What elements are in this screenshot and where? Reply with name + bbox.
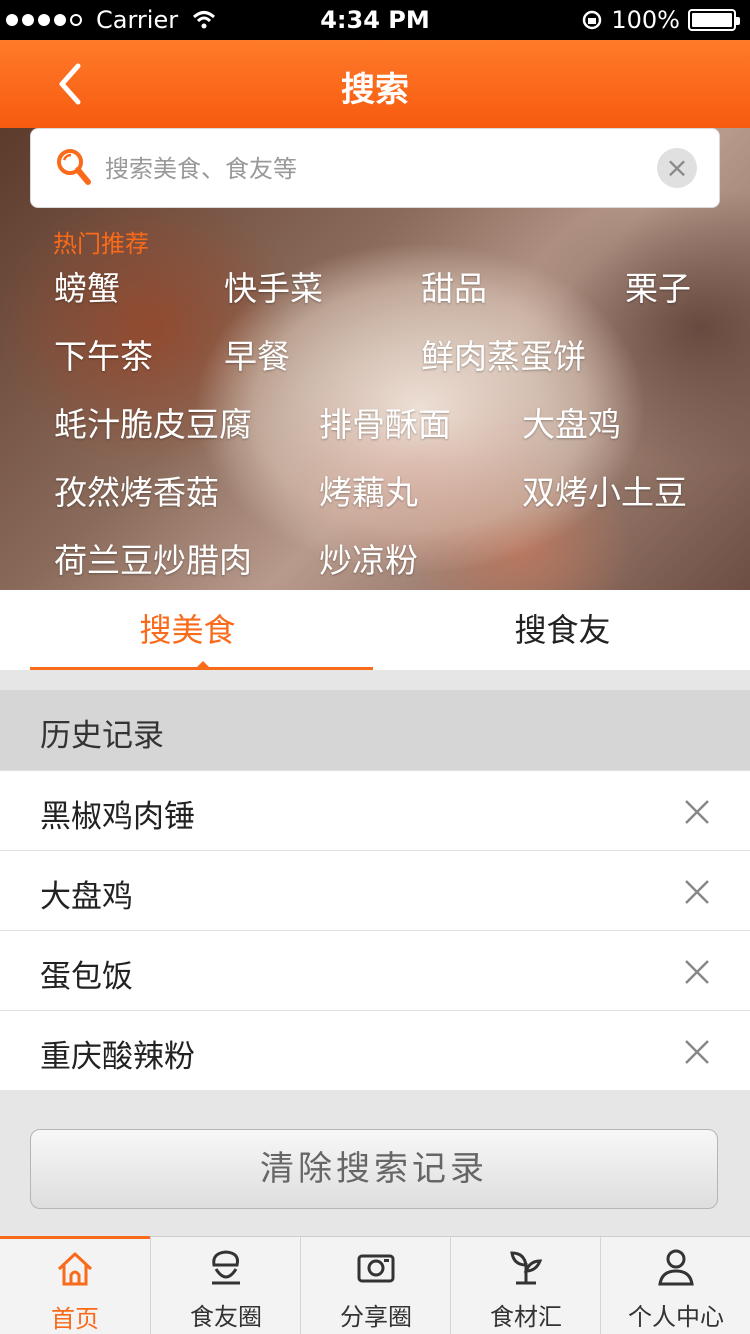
hot-word[interactable]: 排骨酥面 [319,398,451,446]
tab-label: 个人中心 [628,1303,724,1331]
history-list: 黑椒鸡肉锤 大盘鸡 蛋包饭 重庆酸辣粉 [0,770,750,1090]
hot-word[interactable]: 下午茶 [54,330,153,378]
bottom-tab-bar: 首页 食友圈 分享圈 食材汇 个人中心 [0,1236,750,1334]
history-item-label: 大盘鸡 [40,879,133,915]
search-type-tabs: 搜美食 搜食友 [0,590,750,670]
history-item[interactable]: 重庆酸辣粉 [0,1010,750,1090]
status-bar: Carrier 4:34 PM 100% [0,0,750,40]
tab-share-circle[interactable]: 分享圈 [300,1237,450,1334]
hot-word[interactable]: 蚝汁脆皮豆腐 [54,398,252,446]
battery-percent: 100% [611,6,680,34]
clear-history-button[interactable]: 清除搜索记录 [30,1129,718,1209]
history-item[interactable]: 黑椒鸡肉锤 [0,770,750,850]
history-item[interactable]: 蛋包饭 [0,930,750,1010]
hot-search-panel: × 热门推荐 螃蟹 快手菜 甜品 栗子 下午茶 早餐 鲜肉蒸蛋饼 蚝汁脆皮豆腐 … [0,128,750,590]
tab-profile[interactable]: 个人中心 [600,1237,750,1334]
tab-search-friends[interactable]: 搜食友 [375,590,750,670]
camera-icon [357,1254,395,1283]
chef-icon [212,1250,240,1285]
delete-icon[interactable] [684,959,710,985]
hot-word[interactable]: 螃蟹 [54,262,120,310]
hot-word[interactable]: 鲜肉蒸蛋饼 [421,330,586,378]
user-icon [658,1249,694,1286]
delete-icon[interactable] [684,879,710,905]
hot-word[interactable]: 早餐 [224,330,290,378]
battery-icon [688,9,740,31]
hot-word[interactable]: 荷兰豆炒腊肉 [54,534,252,582]
tab-ingredients[interactable]: 食材汇 [450,1237,600,1334]
clear-search-icon[interactable]: × [657,148,697,188]
active-tab-caret [196,661,210,668]
tab-label: 食友圈 [190,1303,262,1331]
hot-recommend-label: 热门推荐 [53,230,149,258]
tab-friends-circle[interactable]: 食友圈 [150,1237,300,1334]
hot-word[interactable]: 炒凉粉 [319,534,418,582]
history-item-label: 重庆酸辣粉 [40,1039,195,1075]
tab-label: 首页 [51,1305,99,1333]
delete-icon[interactable] [684,799,710,825]
hot-word[interactable]: 双烤小土豆 [522,466,687,514]
history-item-label: 蛋包饭 [40,959,133,995]
search-input[interactable] [105,147,645,191]
history-item-label: 黑椒鸡肉锤 [40,799,195,835]
hot-word[interactable]: 栗子 [625,262,691,310]
tab-label: 食材汇 [490,1303,562,1331]
search-bar[interactable]: × [30,128,720,208]
rotation-lock-icon [583,10,602,30]
tab-home[interactable]: 首页 [0,1236,150,1334]
hot-word[interactable]: 快手菜 [224,262,323,310]
hot-word[interactable]: 烤藕丸 [319,466,418,514]
history-title: 历史记录 [40,718,164,754]
hot-word[interactable]: 孜然烤香菇 [54,466,219,514]
home-icon [57,1252,93,1286]
delete-icon[interactable] [684,1039,710,1065]
search-icon [57,149,91,185]
history-header: 历史记录 [0,690,750,770]
page-title: 搜索 [341,70,409,110]
hot-word[interactable]: 大盘鸡 [522,398,621,446]
sprout-icon [510,1251,543,1285]
hot-word[interactable]: 甜品 [421,262,487,310]
history-item[interactable]: 大盘鸡 [0,850,750,930]
nav-bar: 搜索 [0,40,750,128]
tab-search-food[interactable]: 搜美食 [0,590,375,670]
tab-label: 分享圈 [340,1303,412,1331]
